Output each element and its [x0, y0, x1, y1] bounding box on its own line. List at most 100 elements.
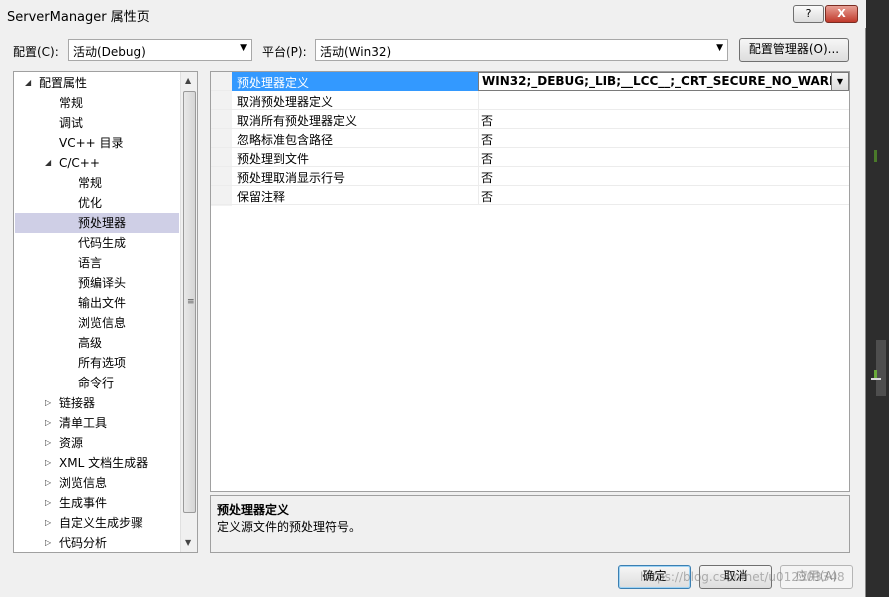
property-name: 预处理到文件 [237, 152, 310, 166]
scrollbar-thumb[interactable]: ≡ [183, 91, 196, 513]
tree-item-label: 常规 [59, 96, 84, 110]
tree-item[interactable]: 所有选项 [15, 353, 179, 373]
tree-item[interactable]: 代码生成 [15, 233, 179, 253]
tree-item[interactable]: 调试 [15, 113, 179, 133]
background-window-strip [867, 0, 889, 597]
config-select[interactable]: 活动(Debug) ▼ [68, 39, 252, 61]
tree-item-label: 自定义生成步骤 [59, 516, 144, 530]
tree-item[interactable]: ▷ 生成事件 [15, 493, 179, 513]
tree-item[interactable]: 预处理器 [15, 213, 179, 233]
tree-item-label: 浏览信息 [59, 476, 108, 490]
property-row[interactable]: 预处理到文件 否 [211, 148, 849, 167]
tree-item[interactable]: ▷ 资源 [15, 433, 179, 453]
chevron-down-icon[interactable]: ▼ [831, 73, 848, 90]
tree-item[interactable]: 优化 [15, 193, 179, 213]
tree-item-label: 资源 [59, 436, 84, 450]
tree-item-label: C/C++ [59, 156, 100, 170]
title-bar: ServerManager 属性页 ? X [0, 0, 866, 28]
expand-arrow-icon[interactable]: ▷ [45, 393, 51, 413]
tree-item-label: 配置属性 [39, 76, 88, 90]
expand-arrow-icon[interactable]: ▷ [45, 533, 51, 552]
tree-item-label: 代码生成 [78, 236, 127, 250]
expand-arrow-icon[interactable]: ▷ [45, 513, 51, 533]
tree-scrollbar[interactable]: ▲ ≡ ▼ [180, 72, 197, 552]
tree-item-label: 所有选项 [78, 356, 127, 370]
scroll-down-icon[interactable]: ▼ [185, 538, 191, 547]
tree-item-label: VC++ 目录 [59, 136, 124, 150]
tree-item[interactable]: ▷ 链接器 [15, 393, 179, 413]
configuration-manager-button[interactable]: 配置管理器(O)... [739, 38, 849, 62]
description-text: 定义源文件的预处理符号。 [217, 520, 362, 534]
tree-item[interactable]: VC++ 目录 [15, 133, 179, 153]
tree-item[interactable]: ▷ XML 文档生成器 [15, 453, 179, 473]
property-value: 否 [481, 114, 494, 128]
description-title: 预处理器定义 [217, 503, 290, 517]
tree-item-label: 常规 [78, 176, 103, 190]
tree-item[interactable]: 命令行 [15, 373, 179, 393]
window-title: ServerManager 属性页 [7, 10, 150, 25]
property-row[interactable]: 忽略标准包含路径 否 [211, 129, 849, 148]
column-divider [478, 148, 479, 167]
platform-select[interactable]: 活动(Win32) ▼ [315, 39, 728, 61]
tree-item[interactable]: ◢ C/C++ [15, 153, 179, 173]
property-value-editor[interactable]: WIN32;_DEBUG;_LIB;__LCC__;_CRT_SECURE_NO… [478, 72, 849, 91]
property-pages-dialog: ServerManager 属性页 ? X 配置(C): 活动(Debug) ▼… [0, 0, 866, 597]
property-row[interactable]: 预处理器定义 WIN32;_DEBUG;_LIB;__LCC__;_CRT_SEC… [211, 72, 849, 91]
chevron-down-icon: ▼ [240, 43, 247, 53]
platform-value: 活动(Win32) [320, 45, 392, 59]
expand-arrow-icon[interactable]: ▷ [45, 413, 51, 433]
expand-arrow-icon[interactable]: ▷ [45, 493, 51, 513]
property-row[interactable]: 取消预处理器定义 [211, 91, 849, 110]
tree-item[interactable]: ▷ 清单工具 [15, 413, 179, 433]
column-divider [478, 167, 479, 186]
background-change-mark [874, 150, 877, 162]
tree-item-label: 链接器 [59, 396, 96, 410]
tree-item-label: 预处理器 [78, 216, 127, 230]
property-name: 忽略标准包含路径 [237, 133, 334, 147]
tree-item[interactable]: 常规 [15, 93, 179, 113]
tree-item[interactable]: 语言 [15, 253, 179, 273]
property-value: WIN32;_DEBUG;_LIB;__LCC__;_CRT_SECURE_NO… [482, 74, 832, 88]
property-grid[interactable]: 预处理器定义 WIN32;_DEBUG;_LIB;__LCC__;_CRT_SEC… [210, 71, 850, 492]
tree-item[interactable]: 浏览信息 [15, 313, 179, 333]
tree-item[interactable]: ▷ 浏览信息 [15, 473, 179, 493]
tree-item-label: 输出文件 [78, 296, 127, 310]
tree-item[interactable]: ▷ 代码分析 [15, 533, 179, 552]
tree-item[interactable]: ▷ 自定义生成步骤 [15, 513, 179, 533]
expand-arrow-icon[interactable]: ▷ [45, 453, 51, 473]
tree-item-label: 高级 [78, 336, 103, 350]
tree-item[interactable]: 预编译头 [15, 273, 179, 293]
collapse-arrow-icon[interactable]: ◢ [25, 73, 31, 93]
background-scrollbar [876, 340, 886, 396]
property-name: 取消所有预处理器定义 [237, 114, 358, 128]
expand-arrow-icon[interactable]: ▷ [45, 433, 51, 453]
property-name: 预处理器定义 [237, 76, 310, 90]
column-divider [478, 110, 479, 129]
tree-item-label: 预编译头 [78, 276, 127, 290]
chevron-down-icon: ▼ [716, 43, 723, 53]
tree-item[interactable]: 常规 [15, 173, 179, 193]
property-tree[interactable]: ▲ ≡ ▼ ◢ 配置属性 常规 调试 VC++ 目录 ◢ C/C++ 常规 优化 预处理器 代码生成… [13, 71, 198, 553]
tree-item-label: 优化 [78, 196, 103, 210]
description-panel: 预处理器定义 定义源文件的预处理符号。 [210, 495, 850, 553]
help-button[interactable]: ? [793, 5, 824, 23]
scroll-up-icon[interactable]: ▲ [185, 76, 191, 85]
property-row[interactable]: 取消所有预处理器定义 否 [211, 110, 849, 129]
tree-item[interactable]: 高级 [15, 333, 179, 353]
tree-item[interactable]: 输出文件 [15, 293, 179, 313]
tree-item-label: 代码分析 [59, 536, 108, 550]
property-name: 取消预处理器定义 [237, 95, 334, 109]
collapse-arrow-icon[interactable]: ◢ [45, 153, 51, 173]
column-divider [478, 186, 479, 205]
column-divider [478, 129, 479, 148]
tree-item[interactable]: ◢ 配置属性 [15, 73, 179, 93]
close-button[interactable]: X [825, 5, 858, 23]
background-change-mark [874, 370, 877, 378]
property-row[interactable]: 保留注释 否 [211, 186, 849, 205]
property-name: 保留注释 [237, 190, 286, 204]
expand-arrow-icon[interactable]: ▷ [45, 473, 51, 493]
tree-item-label: XML 文档生成器 [59, 456, 149, 470]
tree-item-label: 清单工具 [59, 416, 108, 430]
tree-item-label: 调试 [59, 116, 84, 130]
property-row[interactable]: 预处理取消显示行号 否 [211, 167, 849, 186]
